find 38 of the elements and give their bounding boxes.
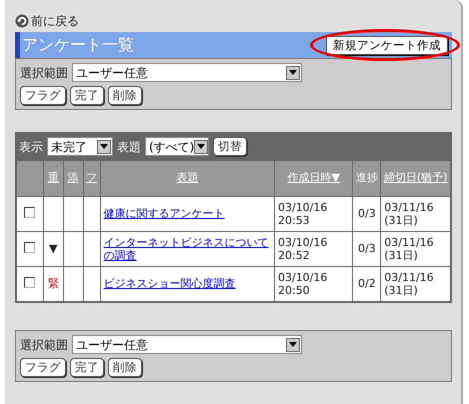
scope-label: 選択範囲 bbox=[20, 64, 68, 82]
urgent-mark: 緊 bbox=[48, 277, 59, 290]
deadline-date: 03/11/16 (31日) bbox=[384, 200, 435, 228]
column-header: 進捗 bbox=[356, 172, 378, 185]
filter-label: 表示 bbox=[19, 138, 43, 156]
created-datetime: 03/10/16 20:52 bbox=[278, 236, 328, 262]
created-datetime: 03/10/16 20:50 bbox=[278, 270, 328, 298]
progress-text: 0/3 bbox=[358, 207, 376, 220]
row-checkbox[interactable] bbox=[24, 242, 36, 253]
progress-text: 0/3 bbox=[358, 242, 376, 256]
action-button[interactable]: 削除 bbox=[108, 358, 142, 377]
scope-dropdown[interactable]: ユーザー任意 bbox=[72, 63, 302, 82]
created-datetime: 03/10/16 20:53 bbox=[278, 200, 328, 228]
deadline-date: 03/11/16 (31日) bbox=[384, 270, 435, 298]
filter-label: 表題 bbox=[117, 138, 141, 156]
action-button[interactable]: 完了 bbox=[70, 86, 104, 105]
title-dropdown[interactable]: (すべて) bbox=[145, 137, 209, 156]
deadline-date: 03/11/16 (31日) bbox=[384, 236, 435, 262]
action-button[interactable]: フラグ bbox=[20, 358, 66, 377]
row-checkbox[interactable] bbox=[24, 206, 36, 218]
priority-arrow: ▼ bbox=[49, 242, 58, 256]
caret-icon[interactable] bbox=[289, 342, 297, 347]
page-title: アンケート一覧 bbox=[22, 34, 134, 56]
scope-dropdown[interactable]: ユーザー任意 bbox=[72, 335, 302, 354]
action-button[interactable]: 削除 bbox=[108, 86, 142, 105]
action-button[interactable]: フラグ bbox=[20, 86, 66, 105]
caret-icon[interactable] bbox=[100, 144, 108, 149]
status-dropdown[interactable]: 未完了 bbox=[47, 137, 113, 156]
back-arrow-icon[interactable] bbox=[15, 14, 29, 28]
row-checkbox[interactable] bbox=[24, 276, 36, 288]
back-link[interactable]: 前に戻る bbox=[31, 12, 79, 30]
switch-button[interactable]: 切替 bbox=[213, 137, 247, 156]
caret-icon[interactable] bbox=[289, 70, 297, 75]
scope-label: 選択範囲 bbox=[20, 336, 68, 354]
action-button[interactable]: 完了 bbox=[70, 358, 104, 377]
progress-text: 0/2 bbox=[358, 277, 376, 290]
caret-icon[interactable] bbox=[197, 144, 206, 149]
new-survey-button[interactable]: 新規アンケート作成 bbox=[326, 36, 448, 54]
